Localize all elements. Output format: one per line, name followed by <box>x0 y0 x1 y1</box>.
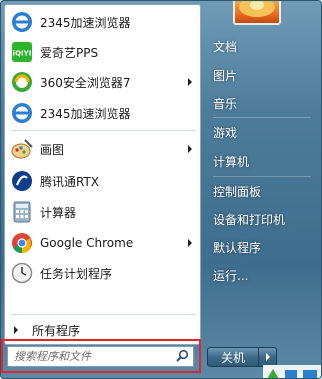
search-box <box>7 346 194 367</box>
submenu-arrow-icon <box>188 78 192 86</box>
submenu-arrow-icon <box>188 239 192 247</box>
start-menu: 2345加速浏览器 iQIYI 爱奇艺PPS 360安全浏览器7 2345加速浏… <box>0 0 322 379</box>
task-scheduler-icon <box>10 261 34 285</box>
program-label: 爱奇艺PPS <box>40 45 99 60</box>
svg-text:iQIYI: iQIYI <box>13 50 32 58</box>
program-item-360-browser[interactable]: 360安全浏览器7 <box>7 68 198 96</box>
right-link-label: 游戏 <box>213 125 238 140</box>
right-link-label: 控制面板 <box>213 184 262 199</box>
program-label: 任务计划程序 <box>40 266 113 281</box>
search-input[interactable] <box>8 347 168 366</box>
search-icon[interactable] <box>175 349 189 363</box>
program-item-paint[interactable]: 画图 <box>7 135 198 163</box>
right-link-label: 文档 <box>213 39 238 54</box>
right-link-games[interactable]: 游戏 <box>207 119 315 145</box>
divider <box>213 117 311 118</box>
2345-browser-icon <box>10 101 34 125</box>
shutdown-button[interactable]: 关机 <box>207 347 259 367</box>
right-link-default-programs[interactable]: 默认程序 <box>207 234 315 260</box>
right-link-music[interactable]: 音乐 <box>207 90 315 116</box>
right-link-label: 计算机 <box>213 154 250 169</box>
right-link-label: 设备和打印机 <box>213 212 286 227</box>
programs-pane: 2345加速浏览器 iQIYI 爱奇艺PPS 360安全浏览器7 2345加速浏… <box>4 4 201 345</box>
all-programs-label: 所有程序 <box>32 323 81 338</box>
right-link-run[interactable]: 运行... <box>207 262 315 288</box>
right-link-computer[interactable]: 计算机 <box>207 148 315 174</box>
all-programs-arrow-icon <box>14 326 18 334</box>
right-link-control-panel[interactable]: 控制面板 <box>207 178 315 204</box>
program-item-iqiyi[interactable]: iQIYI 爱奇艺PPS <box>7 38 198 66</box>
program-item-rtx[interactable]: 腾讯通RTX <box>7 167 198 195</box>
right-link-documents[interactable]: 文档 <box>207 33 315 59</box>
chrome-icon <box>10 231 34 255</box>
program-label: 计算器 <box>40 205 77 220</box>
right-link-pictures[interactable]: 图片 <box>207 62 315 88</box>
right-link-label: 默认程序 <box>213 240 262 255</box>
search-highlight-box <box>1 339 201 373</box>
program-item-calculator[interactable]: 计算器 <box>7 198 198 226</box>
user-picture[interactable] <box>233 1 281 25</box>
right-link-devices-printers[interactable]: 设备和打印机 <box>207 206 315 232</box>
right-link-label: 图片 <box>213 68 238 83</box>
program-item-2345-browser[interactable]: 2345加速浏览器 <box>7 8 198 36</box>
right-link-label: 运行... <box>213 268 249 283</box>
program-item-2345-browser-2[interactable]: 2345加速浏览器 <box>7 99 198 127</box>
program-label: 画图 <box>40 142 65 157</box>
program-label: 360安全浏览器7 <box>40 75 131 90</box>
divider <box>11 130 195 131</box>
2345-browser-icon <box>10 10 34 34</box>
program-item-google-chrome[interactable]: Google Chrome <box>7 229 198 257</box>
program-item-task-scheduler[interactable]: 任务计划程序 <box>7 259 198 287</box>
rtx-icon <box>10 169 34 193</box>
program-label: 2345加速浏览器 <box>40 106 131 121</box>
program-label: Google Chrome <box>40 236 134 250</box>
right-link-label: 音乐 <box>213 96 238 111</box>
program-label: 腾讯通RTX <box>40 174 100 189</box>
divider <box>11 314 195 315</box>
paint-icon <box>10 137 34 161</box>
submenu-arrow-icon <box>188 145 192 153</box>
divider <box>213 176 311 177</box>
calculator-icon <box>10 200 34 224</box>
iqiyi-icon: iQIYI <box>10 40 34 64</box>
watermark-logo <box>263 359 321 378</box>
program-label: 2345加速浏览器 <box>40 15 131 30</box>
360-browser-icon <box>10 70 34 94</box>
